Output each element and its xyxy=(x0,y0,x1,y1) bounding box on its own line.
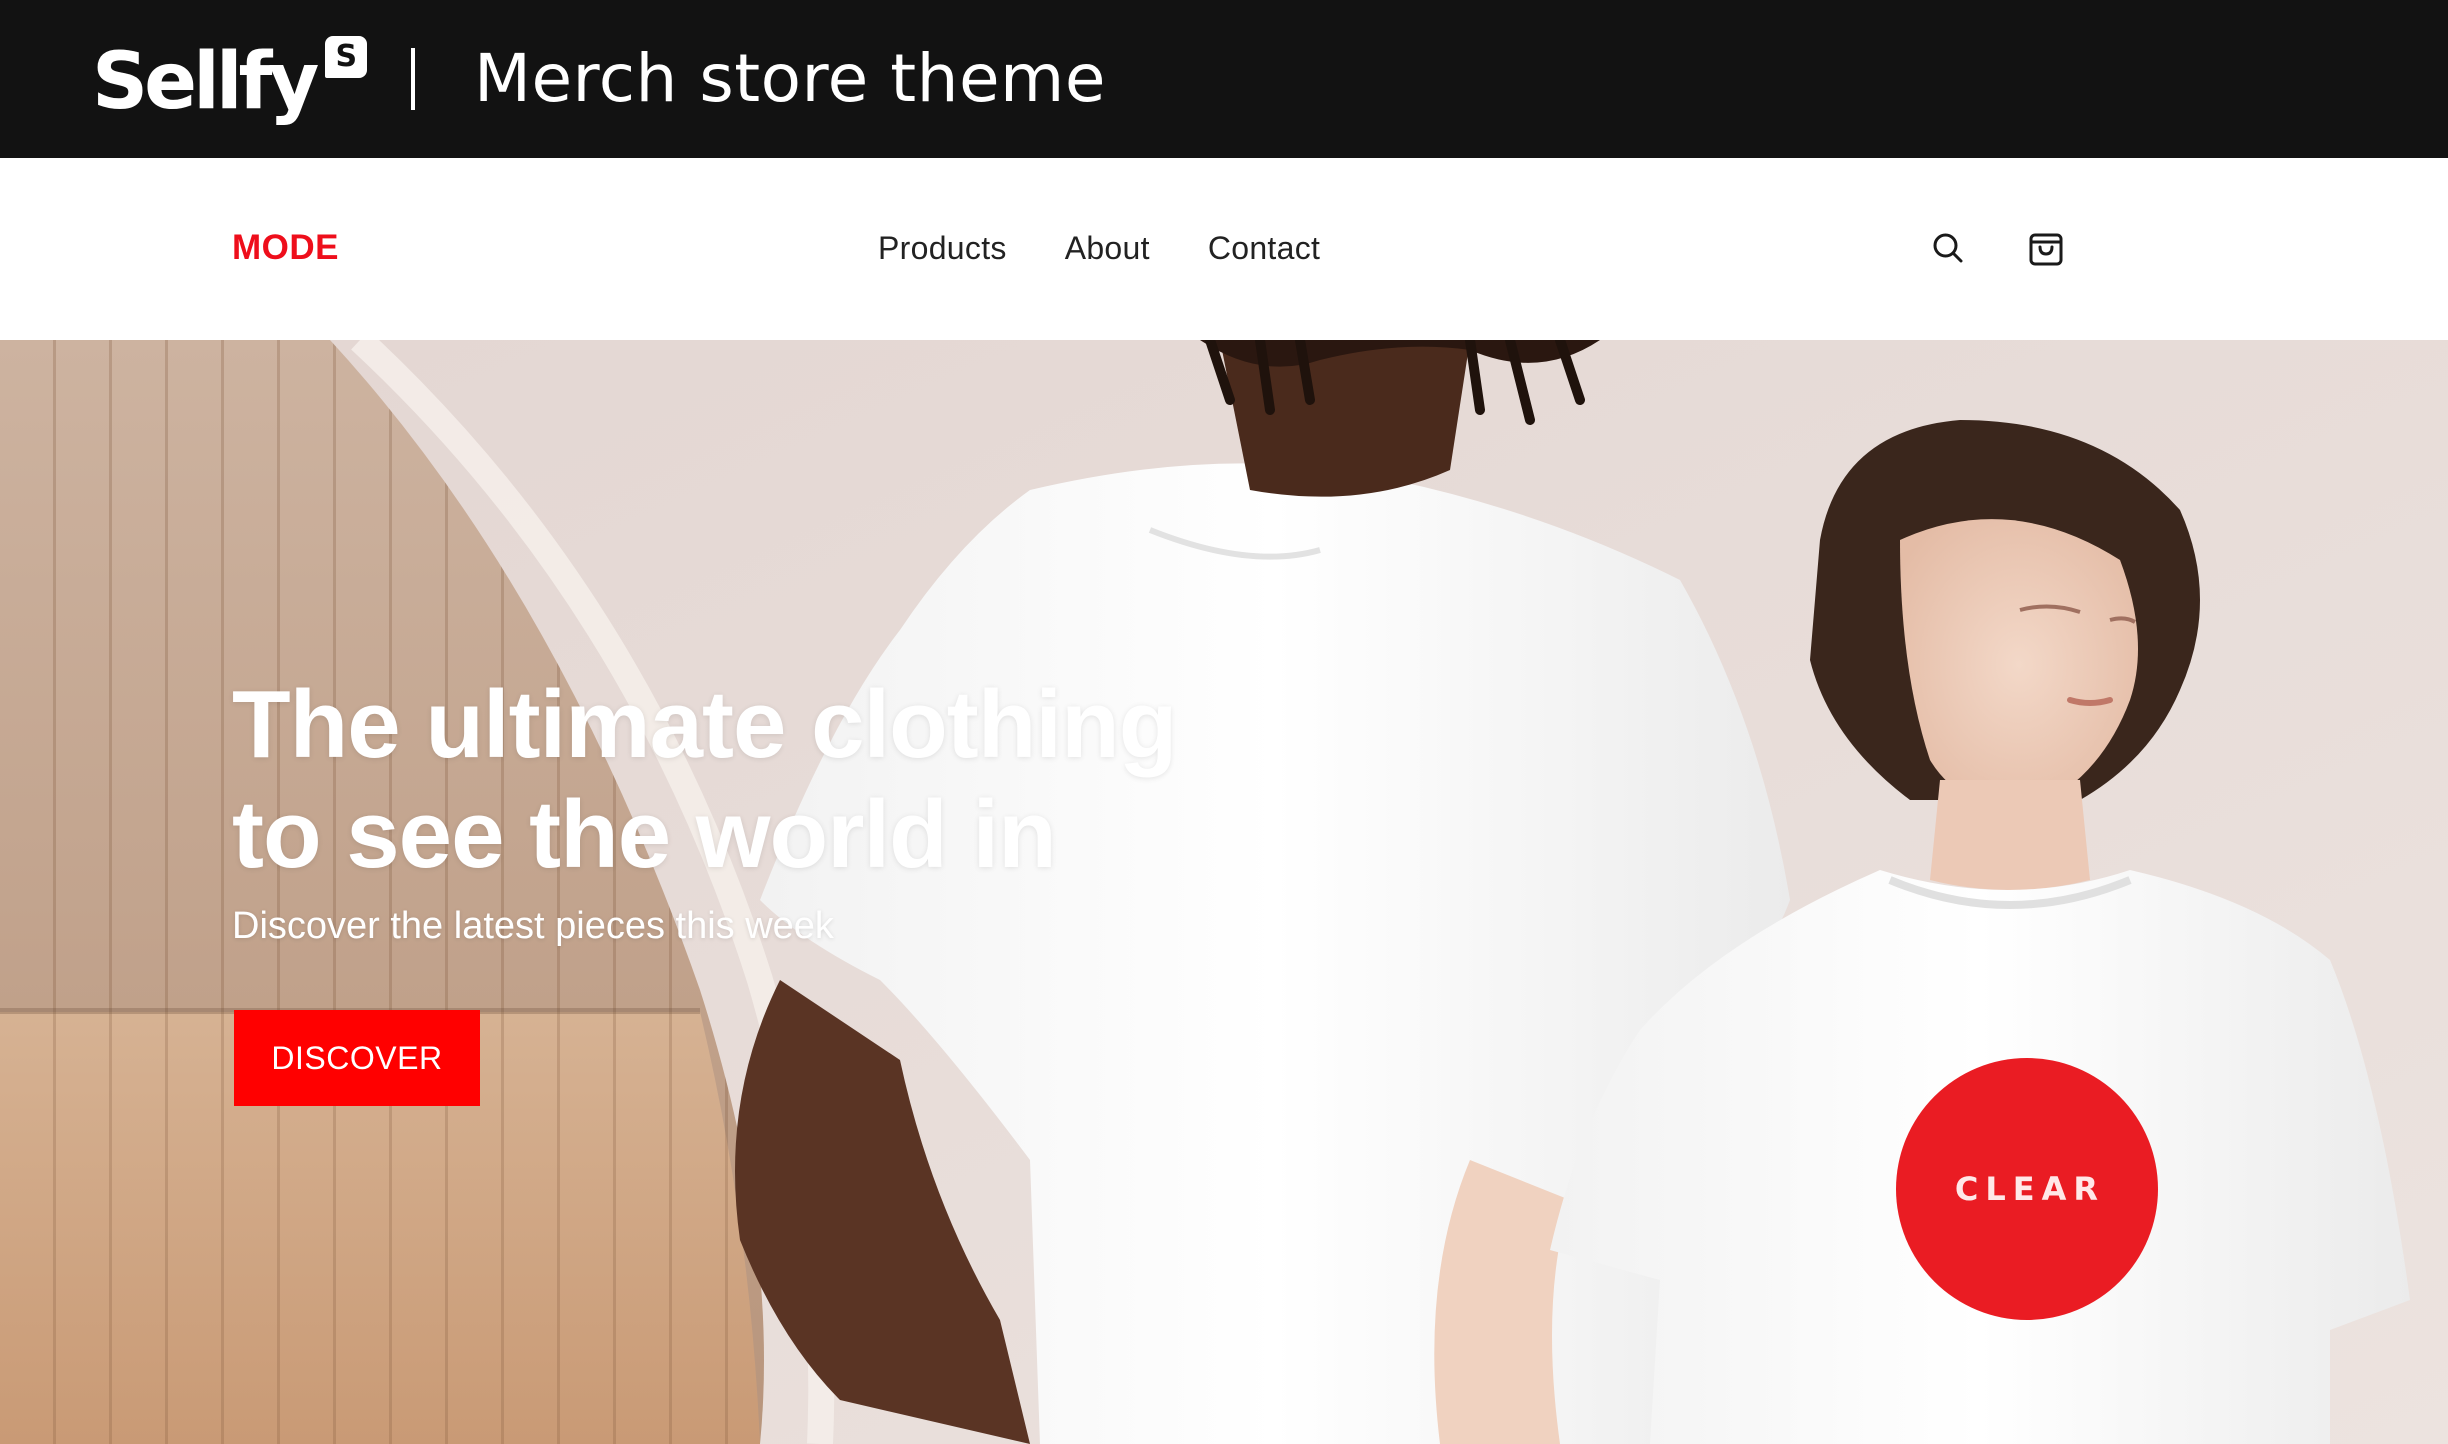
hero-title-line-1: The ultimate clothing xyxy=(232,671,1177,778)
banner-title: Merch store theme xyxy=(474,40,1106,117)
nav-link-products[interactable]: Products xyxy=(878,226,1007,270)
store-brand-logo[interactable]: MODE xyxy=(232,226,339,270)
sellfy-logo-badge: S xyxy=(325,36,368,78)
hero-title-line-2: to see the world in xyxy=(232,781,1057,888)
shirt-print-text: CLEAR xyxy=(1954,1170,2106,1208)
hero-banner: The ultimate clothing to see the world i… xyxy=(0,340,2448,1444)
shirt-print-logo: CLEAR xyxy=(1896,1058,2158,1320)
nav-links: Products About Contact xyxy=(878,226,1320,270)
hero-title: The ultimate clothing to see the world i… xyxy=(232,670,1332,890)
hero-subtitle: Discover the latest pieces this week xyxy=(232,905,834,947)
nav-link-contact[interactable]: Contact xyxy=(1208,226,1320,270)
discover-button[interactable]: DISCOVER xyxy=(234,1010,480,1106)
store-navbar: MODE Products About Contact xyxy=(0,158,2448,340)
nav-link-about[interactable]: About xyxy=(1065,226,1150,270)
sellfy-logo: Sellfy S xyxy=(92,34,368,130)
banner-divider xyxy=(411,48,415,110)
sellfy-banner: Sellfy S Merch store theme xyxy=(0,0,2448,158)
search-icon[interactable] xyxy=(1928,228,1968,268)
shopping-bag-icon[interactable] xyxy=(2026,228,2066,268)
sellfy-logo-text: Sellfy xyxy=(92,37,319,127)
